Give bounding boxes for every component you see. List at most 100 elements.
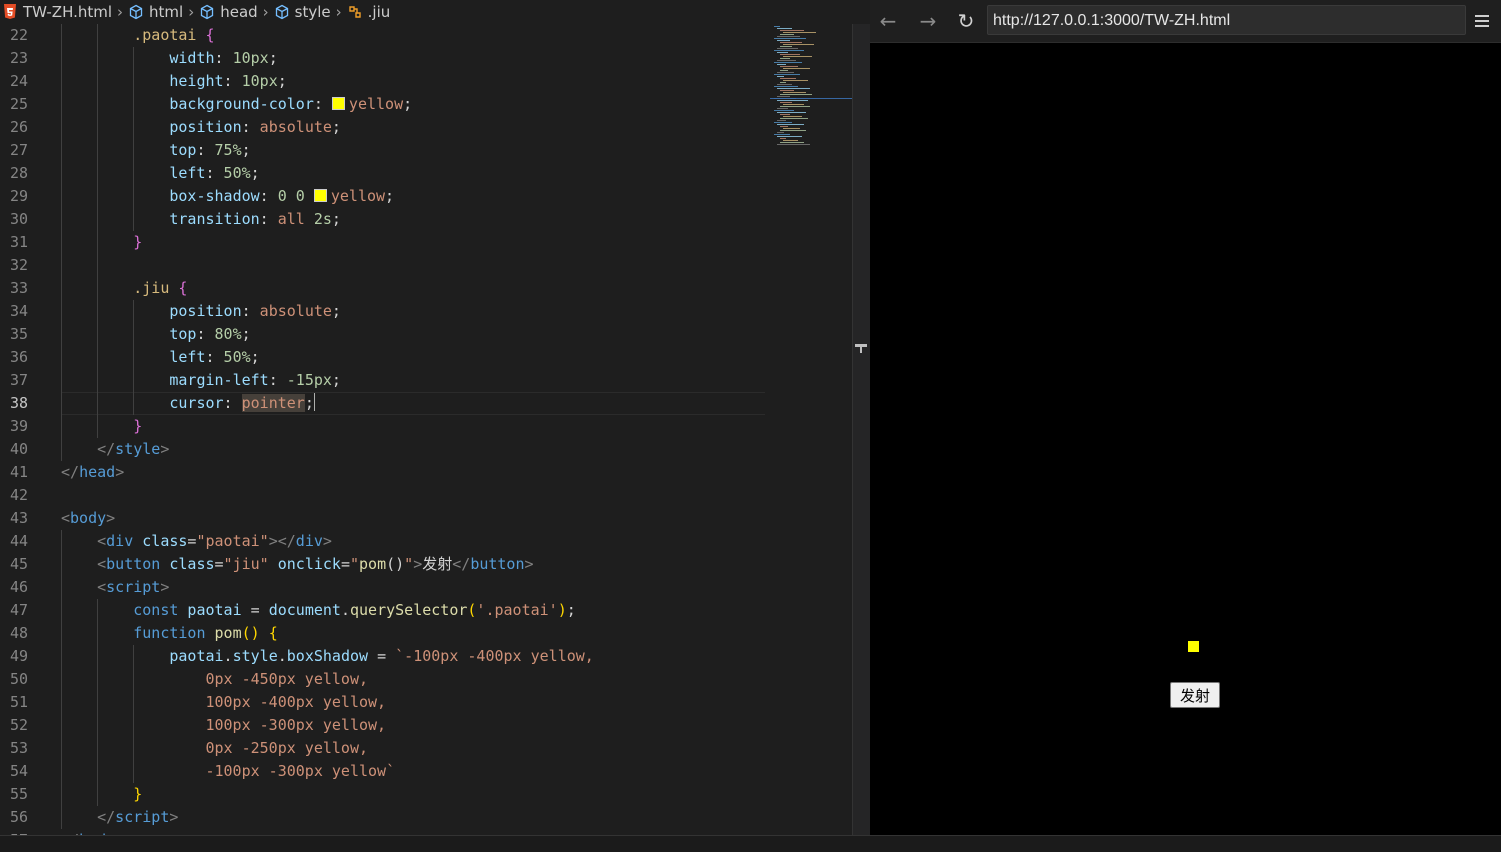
code-text: -100px -300px yellow` [205,760,395,783]
line-number: 26 [9,118,28,136]
code-token: position [169,118,242,136]
code-line[interactable]: 44 <div class="paotai"></div> [0,530,770,553]
code-line[interactable]: 45 <button class="jiu" onclick="pom()">发射… [0,553,770,576]
code-line[interactable]: 47 const paotai = document.querySelector(… [0,599,770,622]
code-editor[interactable]: TW-ZH.html › html › head › style › .jiu 22 .paota… [0,0,852,835]
code-line[interactable]: 55} [0,783,770,806]
code-token: 80% [214,325,242,343]
code-token: "paotai" [196,532,269,550]
code-line[interactable]: 40 </style> [0,438,770,461]
code-token: { [205,26,215,44]
code-token: const [133,601,179,619]
back-button[interactable]: ← [876,9,900,33]
code-token: margin-left [169,371,269,389]
address-bar[interactable]: http://127.0.0.1:3000/TW-ZH.html [987,5,1466,35]
code-token: "jiu" [223,555,269,573]
code-line[interactable]: 48 function pom() { [0,622,770,645]
html5-icon [2,4,18,20]
fire-button[interactable]: 发射 [1170,682,1220,708]
code-text: top: 75%; [169,139,250,162]
code-text: top: 80%; [169,323,250,346]
code-token: } [133,233,143,251]
code-line[interactable]: 35 top: 80%; [0,323,770,346]
code-line[interactable]: 56 </script> [0,806,770,829]
code-line[interactable]: 29 box-shadow: 0 0 yellow; [0,185,770,208]
line-number: 53 [9,739,28,757]
code-line[interactable]: 31} [0,231,770,254]
code-token: class [169,555,215,573]
code-line[interactable]: 22 .paotai { [0,24,770,47]
code-token: 0px -450px yellow, [205,670,369,688]
code-line[interactable]: 37 margin-left: -15px; [0,369,770,392]
code-line[interactable]: 25 background-color: yellow; [0,93,770,116]
code-line[interactable]: 51 100px -400px yellow, [0,691,770,714]
code-text: <button class="jiu" onclick="pom()">发射</… [97,553,533,576]
code-line[interactable]: 32 [0,254,770,277]
code-text: position: absolute; [169,116,341,139]
code-text: cursor: pointer; [169,392,315,415]
editor-scrollbar[interactable] [852,24,870,835]
code-token: 0 0 [277,187,314,205]
code-line[interactable]: 41 </head> [0,461,770,484]
code-line[interactable]: 39} [0,415,770,438]
code-line[interactable]: 53 0px -250px yellow, [0,737,770,760]
code-text: <div class="paotai"></div> [97,530,332,553]
code-line[interactable]: 33 .jiu { [0,277,770,300]
reload-icon: ↻ [957,9,975,33]
code-token: " [349,555,360,573]
code-token: . [340,601,350,619]
indent-guide [97,24,98,438]
code-token: ; [403,95,413,113]
minimap-line [780,30,804,31]
minimap[interactable] [770,24,852,835]
code-token: function [133,624,206,642]
code-text: background-color: yellow; [169,93,412,116]
code-line[interactable]: 42 [0,484,770,507]
menu-button[interactable] [1470,9,1494,33]
minimap-line [783,92,806,93]
code-line[interactable]: 38 cursor: pointer; [0,392,770,415]
breadcrumb-item[interactable]: html [128,3,183,21]
minimap-line [774,86,798,87]
code-line[interactable]: 28 left: 50%; [0,162,770,185]
code-line[interactable]: 49 paotai.style.boxShadow = `-100px -400p… [0,645,770,668]
code-line[interactable]: 54 -100px -300px yellow` [0,760,770,783]
code-token: transition [169,210,260,228]
code-token: background-color [169,95,314,113]
code-line[interactable]: 24 height: 10px; [0,70,770,93]
code-token: < [97,532,107,550]
breadcrumb-item[interactable]: head [199,3,258,21]
code-line[interactable]: 36 left: 50%; [0,346,770,369]
code-line[interactable]: 23 width: 10px; [0,47,770,70]
line-number: 41 [9,463,28,481]
code-line[interactable]: 30 transition: all 2s; [0,208,770,231]
minimap-line [780,78,796,79]
forward-button[interactable]: → [916,9,940,33]
code-token: = [214,555,224,573]
minimap-line [780,90,794,91]
breadcrumb-item[interactable]: TW-ZH.html [2,3,112,21]
minimap-line [774,38,806,39]
line-number: 30 [9,210,28,228]
line-number: 46 [9,578,28,596]
code-token: < [61,509,71,527]
code-line[interactable]: 50 0px -450px yellow, [0,668,770,691]
code-area[interactable]: 22 .paotai {23 width: 10px; 24 height: 10px;… [0,24,770,835]
code-token: : [205,164,224,182]
breadcrumb-item[interactable]: style [274,3,331,21]
code-token: script [115,808,170,826]
code-line[interactable]: 26 position: absolute; [0,116,770,139]
code-token: all [277,210,314,228]
code-line[interactable]: 46 <script> [0,576,770,599]
code-token: script [106,578,161,596]
minimap-line [770,98,852,99]
reload-button[interactable]: ↻ [954,9,978,33]
minimap-line [777,136,802,137]
code-line[interactable]: 52 100px -300px yellow, [0,714,770,737]
code-line[interactable]: 34 position: absolute; [0,300,770,323]
breadcrumb-item[interactable]: .jiu [347,3,390,21]
code-line[interactable]: 27 top: 75%; [0,139,770,162]
minimap-line [780,42,802,43]
minimap-line [774,134,790,135]
code-line[interactable]: 43 <body> [0,507,770,530]
